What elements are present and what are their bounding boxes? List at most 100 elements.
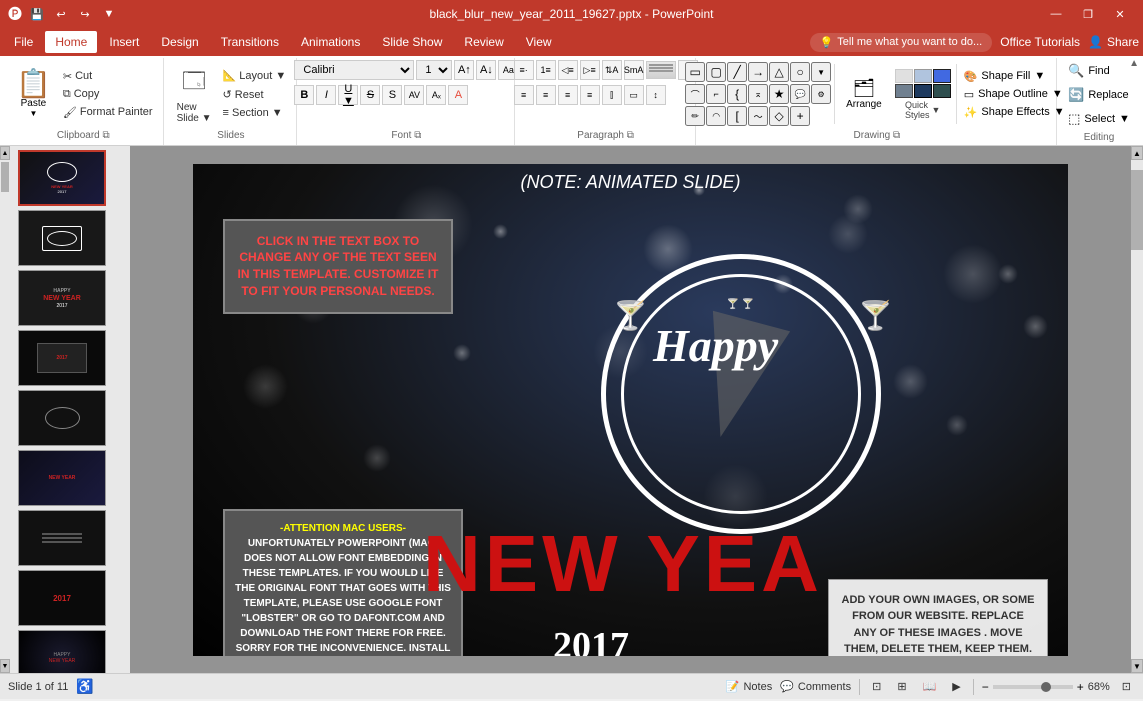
notes-button[interactable]: 📝 Notes [726,680,772,693]
redo-icon[interactable]: ↪ [76,5,94,23]
popup-images[interactable]: ADD YOUR OWN IMAGES, OR SOME FROM OUR WE… [828,579,1048,656]
reading-view-button[interactable]: 📖 [919,678,941,695]
font-family-select[interactable]: Calibri [294,60,414,80]
shape-pen[interactable]: ✏ [685,106,705,126]
shape-connector[interactable]: ⌐ [706,84,726,104]
font-grow-button[interactable]: A↑ [454,60,474,80]
underline-button[interactable]: U ▼ [338,85,358,105]
qs-3[interactable] [933,69,951,83]
layout-button[interactable]: 📐 Layout ▼ [219,67,291,84]
text-direction-button[interactable]: ⇅A [602,60,622,80]
menu-transitions[interactable]: Transitions [211,31,289,53]
zoom-out-button[interactable]: − [982,680,989,694]
bold-button[interactable]: B [294,85,314,105]
slide-thumbnail-3[interactable]: HAPPY NEW YEAR 2017 [18,270,106,326]
slide-thumbnail-9[interactable]: HAPPYNEW YEAR [18,630,106,673]
decrease-indent-button[interactable]: ◁≡ [558,60,578,80]
clipboard-expand[interactable]: ⧉ [103,130,110,141]
menu-insert[interactable]: Insert [99,31,149,53]
office-tutorials-link[interactable]: Office Tutorials [1000,35,1080,49]
slide-thumbnail-2[interactable] [18,210,106,266]
shape-round-rect[interactable]: ▢ [706,62,726,82]
para-expand[interactable]: ⧉ [627,130,634,141]
comments-button[interactable]: 💬 Comments [780,680,851,693]
text-box-button[interactable]: ▭ [624,85,644,105]
menu-file[interactable]: File [4,31,43,53]
shape-fill-button[interactable]: 🎨 Shape Fill ▼ [960,68,1069,85]
shape-plus[interactable]: + [790,106,810,126]
shape-diamond[interactable]: ◇ [769,106,789,126]
subscript-button[interactable]: Aₓ [426,85,446,105]
right-scroll-down[interactable]: ▼ [1131,659,1143,673]
slide-thumbnail-7[interactable] [18,510,106,566]
replace-button[interactable]: 🔄 Replace [1062,84,1136,106]
qs-2[interactable] [914,69,932,83]
shape-outline-button[interactable]: ▭ Shape Outline ▼ [960,86,1069,103]
slide-thumbnail-6[interactable]: NEW YEAR [18,450,106,506]
strikethrough-button[interactable]: S [360,85,380,105]
arrange-button[interactable]: 🗂 Arrange [838,74,890,114]
scroll-thumb[interactable] [1,162,9,192]
right-scroll-up[interactable]: ▲ [1131,146,1143,160]
shape-effects-button[interactable]: ✨ Shape Effects ▼ [960,104,1069,121]
new-slide-button[interactable]: 🗔 NewSlide ▼ [172,61,217,127]
reset-button[interactable]: ↺ Reset [219,86,291,103]
tell-me-box[interactable]: 💡 Tell me what you want to do... [810,33,993,52]
shape-brace[interactable]: { [727,84,747,104]
copy-button[interactable]: ⧉ Copy [59,86,157,103]
slide-thumbnail-4[interactable]: 2017 [18,330,106,386]
shape-curve[interactable]: ⌒ [685,84,705,104]
align-left-button[interactable]: ≡ [514,85,534,105]
scroll-down-arrow[interactable]: ▼ [0,659,10,673]
slide-thumbnail-1[interactable]: NEW YEAR 2017 [18,150,106,206]
numbering-button[interactable]: 1≡ [536,60,556,80]
menu-animations[interactable]: Animations [291,31,370,53]
restore-button[interactable]: ❐ [1073,4,1103,24]
menu-design[interactable]: Design [151,31,208,53]
zoom-in-button[interactable]: + [1077,680,1084,694]
fit-to-window-button[interactable]: ⊡ [1118,678,1135,695]
select-button[interactable]: ⬚ Select ▼ [1062,108,1136,130]
shape-arc[interactable]: ◠ [706,106,726,126]
ribbon-collapse-button[interactable]: ▲ [1129,58,1139,69]
shape-line[interactable]: ╱ [727,62,747,82]
shadow-button[interactable]: S [382,85,402,105]
close-button[interactable]: ✕ [1105,4,1135,24]
slide-canvas[interactable]: (NOTE: ANIMATED SLIDE) CLICK IN THE TEXT… [193,164,1068,656]
normal-view-button[interactable]: ⊡ [868,678,885,695]
italic-button[interactable]: I [316,85,336,105]
section-button[interactable]: ≡ Section ▼ [219,105,291,121]
undo-icon[interactable]: ↩ [52,5,70,23]
increase-indent-button[interactable]: ▷≡ [580,60,600,80]
font-shrink-button[interactable]: A↓ [476,60,496,80]
shape-triangle[interactable]: △ [769,62,789,82]
shape-misc[interactable]: ⚙ [811,84,831,104]
menu-slideshow[interactable]: Slide Show [372,31,452,53]
shape-rect[interactable]: ▭ [685,62,705,82]
popup-instructions[interactable]: CLICK IN THE TEXT BOX TO CHANGE ANY OF T… [223,219,453,314]
align-center-button[interactable]: ≡ [536,85,556,105]
minimize-button[interactable]: — [1041,4,1071,24]
share-button[interactable]: 👤 Share [1088,35,1139,49]
justify-button[interactable]: ≡ [580,85,600,105]
shape-more[interactable]: ▼ [811,62,831,82]
shape-callout[interactable]: 💬 [790,84,810,104]
menu-view[interactable]: View [516,31,562,53]
format-painter-button[interactable]: 🖌 Format Painter [59,104,157,121]
slide-sorter-button[interactable]: ⊞ [893,678,910,695]
shape-bracket[interactable]: [ [727,106,747,126]
font-size-select[interactable]: 18 [416,60,452,80]
find-button[interactable]: 🔍 Find [1062,60,1136,82]
scroll-up-arrow[interactable]: ▲ [0,146,10,160]
shape-chevron[interactable]: ⌅ [748,84,768,104]
slide-show-button[interactable]: ▶ [948,678,964,695]
cols-button[interactable]: ⫿ [602,85,622,105]
customize-qat-icon[interactable]: ▼ [100,5,118,23]
qs-1[interactable] [895,69,913,83]
shape-wave[interactable]: 〜 [748,106,768,126]
drawing-expand[interactable]: ⧉ [893,130,900,141]
slide-thumbnail-8[interactable]: 2017 [18,570,106,626]
qs-4[interactable] [895,84,913,98]
shape-star[interactable]: ★ [769,84,789,104]
align-right-button[interactable]: ≡ [558,85,578,105]
